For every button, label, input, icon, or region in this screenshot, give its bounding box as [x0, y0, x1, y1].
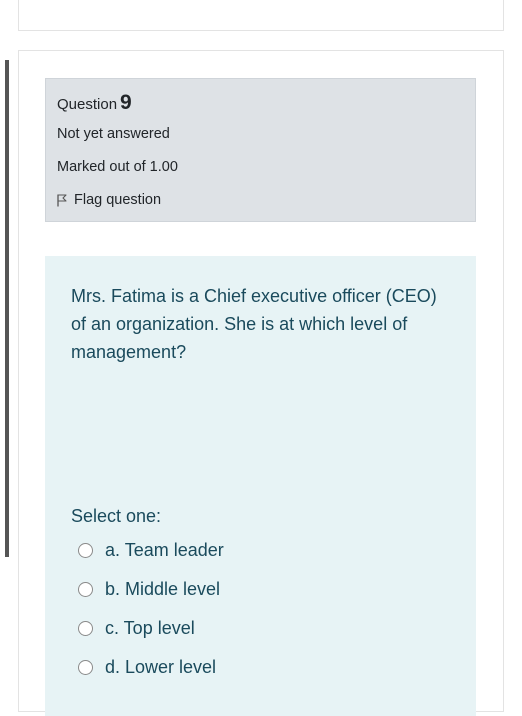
question-number: 9 — [120, 91, 132, 114]
answer-option-b[interactable]: b. Middle level — [78, 579, 220, 600]
flag-question-label: Flag question — [74, 192, 162, 208]
answer-option-label: b. Middle level — [105, 579, 221, 599]
radio-unchecked-icon[interactable] — [78, 543, 93, 558]
answer-prompt: Select one: — [71, 506, 162, 526]
question-content: Mrs. Fatima is a Chief executive officer… — [45, 256, 476, 716]
scroll-indicator-bar — [5, 60, 9, 557]
answer-option-label: c. Top level — [105, 618, 195, 638]
radio-unchecked-icon[interactable] — [78, 582, 93, 597]
question-heading: Question 9 — [57, 91, 132, 115]
question-label: Question — [57, 96, 118, 113]
question-state: Not yet answered — [57, 126, 170, 142]
answer-option-label: d. Lower level — [105, 657, 217, 677]
previous-question-card — [18, 0, 504, 31]
radio-unchecked-icon[interactable] — [78, 621, 93, 636]
question-grade: Marked out of 1.00 — [57, 159, 178, 175]
radio-unchecked-icon[interactable] — [78, 660, 93, 675]
question-text: Mrs. Fatima is a Chief executive officer… — [71, 286, 437, 362]
flag-icon — [57, 193, 67, 206]
answer-option-c[interactable]: c. Top level — [78, 618, 195, 639]
answer-option-a[interactable]: a. Team leader — [78, 540, 224, 561]
answer-option-d[interactable]: d. Lower level — [78, 657, 216, 678]
question-info-panel: Question 9 Not yet answered Marked out of… — [45, 78, 476, 222]
answer-option-label: a. Team leader — [105, 540, 224, 560]
flag-question-link[interactable]: Flag question — [57, 192, 161, 208]
